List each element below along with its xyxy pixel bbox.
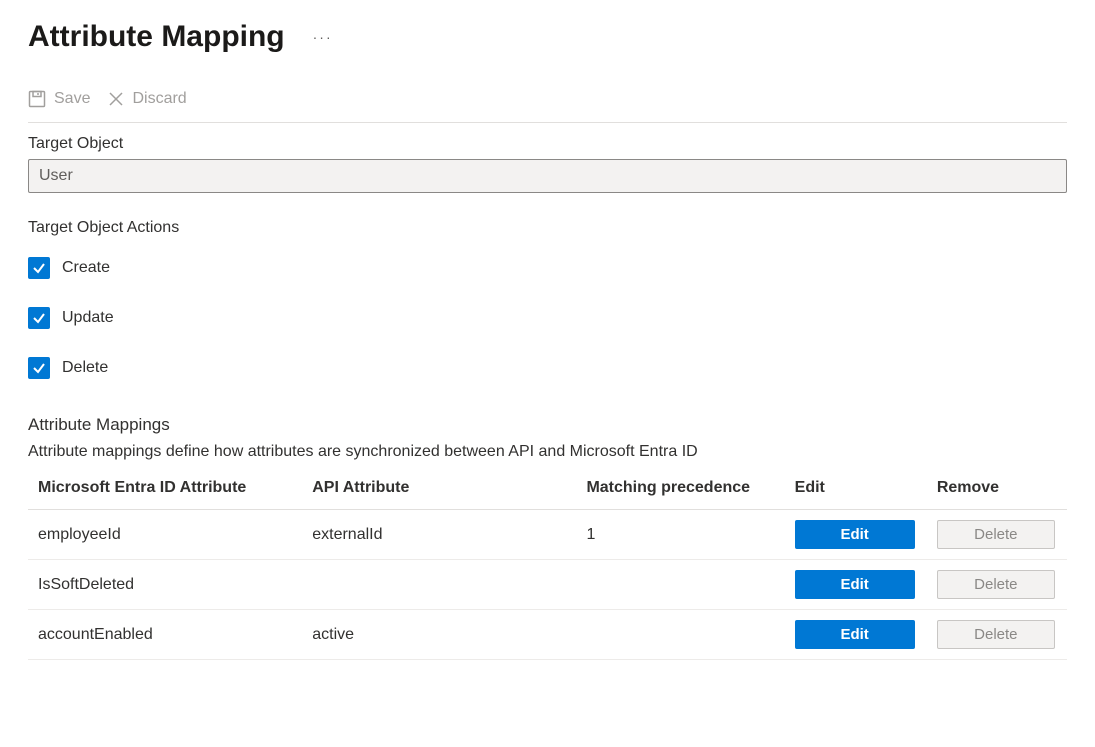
discard-button[interactable]: Discard [108,90,186,108]
target-object-input[interactable] [28,159,1067,193]
checkbox-row-create: Create [28,257,1067,279]
checkbox-row-delete: Delete [28,357,1067,379]
table-row: employeeId externalId 1 Edit Delete [28,510,1067,560]
save-button[interactable]: Save [28,90,90,108]
page-title: Attribute Mapping [28,20,285,54]
cell-entra: IsSoftDeleted [28,560,302,610]
cell-entra: accountEnabled [28,610,302,660]
col-remove: Remove [927,471,1067,510]
cell-entra: employeeId [28,510,302,560]
toolbar: Save Discard [28,90,1067,123]
mappings-heading: Attribute Mappings [28,415,1067,435]
cell-precedence [576,610,784,660]
table-row: IsSoftDeleted Edit Delete [28,560,1067,610]
mappings-table: Microsoft Entra ID Attribute API Attribu… [28,471,1067,660]
col-api: API Attribute [302,471,576,510]
check-icon [32,261,46,275]
checkbox-create[interactable] [28,257,50,279]
save-icon [28,90,46,108]
cell-precedence [576,560,784,610]
delete-button[interactable]: Delete [937,570,1055,599]
delete-button[interactable]: Delete [937,620,1055,649]
discard-label: Discard [132,90,186,108]
more-icon[interactable]: ··· [313,29,333,45]
edit-button[interactable]: Edit [795,620,915,649]
check-icon [32,311,46,325]
checkbox-label-delete: Delete [62,359,108,377]
checkbox-row-update: Update [28,307,1067,329]
cell-api: externalId [302,510,576,560]
cell-api: active [302,610,576,660]
checkbox-label-update: Update [62,309,114,327]
table-row: accountEnabled active Edit Delete [28,610,1067,660]
target-actions-label: Target Object Actions [28,219,1067,237]
col-edit: Edit [785,471,927,510]
checkbox-label-create: Create [62,259,110,277]
save-label: Save [54,90,90,108]
col-entra: Microsoft Entra ID Attribute [28,471,302,510]
checkbox-update[interactable] [28,307,50,329]
cell-precedence: 1 [576,510,784,560]
col-precedence: Matching precedence [576,471,784,510]
edit-button[interactable]: Edit [795,520,915,549]
cell-api [302,560,576,610]
checkbox-delete[interactable] [28,357,50,379]
target-object-label: Target Object [28,135,1067,153]
delete-button[interactable]: Delete [937,520,1055,549]
check-icon [32,361,46,375]
edit-button[interactable]: Edit [795,570,915,599]
mappings-description: Attribute mappings define how attributes… [28,443,1067,461]
close-icon [108,91,124,107]
